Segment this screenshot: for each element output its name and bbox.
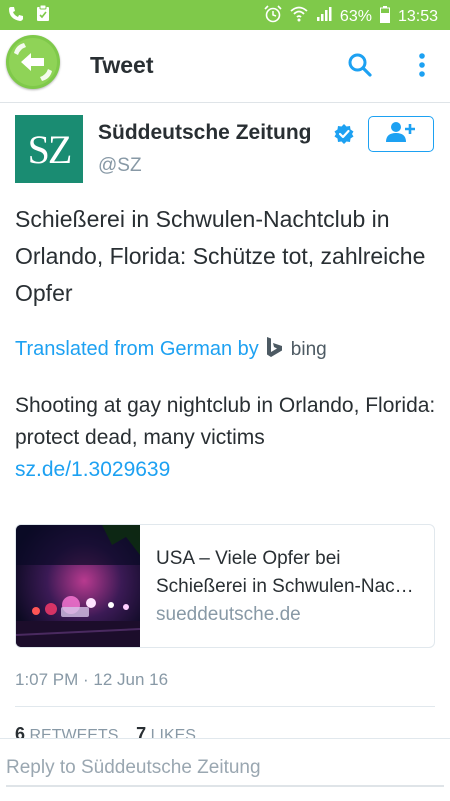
search-icon[interactable] xyxy=(347,52,373,83)
card-domain: sueddeutsche.de xyxy=(156,604,301,625)
top-toolbar: Tweet xyxy=(0,30,450,103)
bing-label: bing xyxy=(290,338,327,360)
wifi-icon xyxy=(290,6,308,27)
follow-button[interactable] xyxy=(368,116,434,152)
translation-attribution[interactable]: Translated from German by bing xyxy=(15,336,327,363)
clock-time: 13:53 xyxy=(397,7,438,25)
clipboard-icon xyxy=(36,4,50,27)
verified-badge-icon xyxy=(333,123,355,150)
tweet-text: Schießerei in Schwulen-Nachtclub in Orla… xyxy=(15,206,426,306)
link-preview-card[interactable]: USA – Viele Opfer bei Schießerei in Schw… xyxy=(15,524,435,648)
more-vertical-icon[interactable] xyxy=(417,52,427,83)
signal-icon xyxy=(316,6,332,27)
phone-icon xyxy=(8,6,24,27)
translation-body: Shooting at gay nightclub in Orlando, Fl… xyxy=(15,394,436,449)
card-title-line1: USA – Viele Opfer bei xyxy=(156,548,341,569)
author-display-name[interactable]: Süddeutsche Zeitung xyxy=(98,121,328,145)
translated-from-label[interactable]: Translated from German by xyxy=(15,338,259,361)
card-thumbnail xyxy=(16,525,140,647)
back-button[interactable] xyxy=(6,35,60,89)
card-title-line2: Schießerei in Schwulen-Nachtclub xyxy=(156,576,421,597)
battery-percent: 63% xyxy=(339,7,372,25)
card-title[interactable]: USA – Viele Opfer bei Schießerei in Schw… xyxy=(156,545,421,601)
author-handle[interactable]: @SZ xyxy=(98,155,142,177)
tweet-link[interactable]: sz.de/1.3029639 xyxy=(15,458,170,481)
reply-bar xyxy=(0,738,450,801)
translated-text: Shooting at gay nightclub in Orlando, Fl… xyxy=(15,390,440,486)
alarm-icon xyxy=(264,5,282,28)
battery-icon xyxy=(379,5,390,28)
reply-input[interactable] xyxy=(6,751,444,787)
divider xyxy=(15,706,435,707)
avatar[interactable]: SZ xyxy=(15,115,83,183)
back-arrow-icon xyxy=(9,38,57,86)
page-title: Tweet xyxy=(90,52,154,78)
status-bar: 63% 13:53 xyxy=(0,0,450,30)
add-user-icon xyxy=(385,121,417,148)
tweet-timestamp: 1:07 PM · 12 Jun 16 xyxy=(15,670,169,689)
bing-logo-icon xyxy=(265,336,285,363)
